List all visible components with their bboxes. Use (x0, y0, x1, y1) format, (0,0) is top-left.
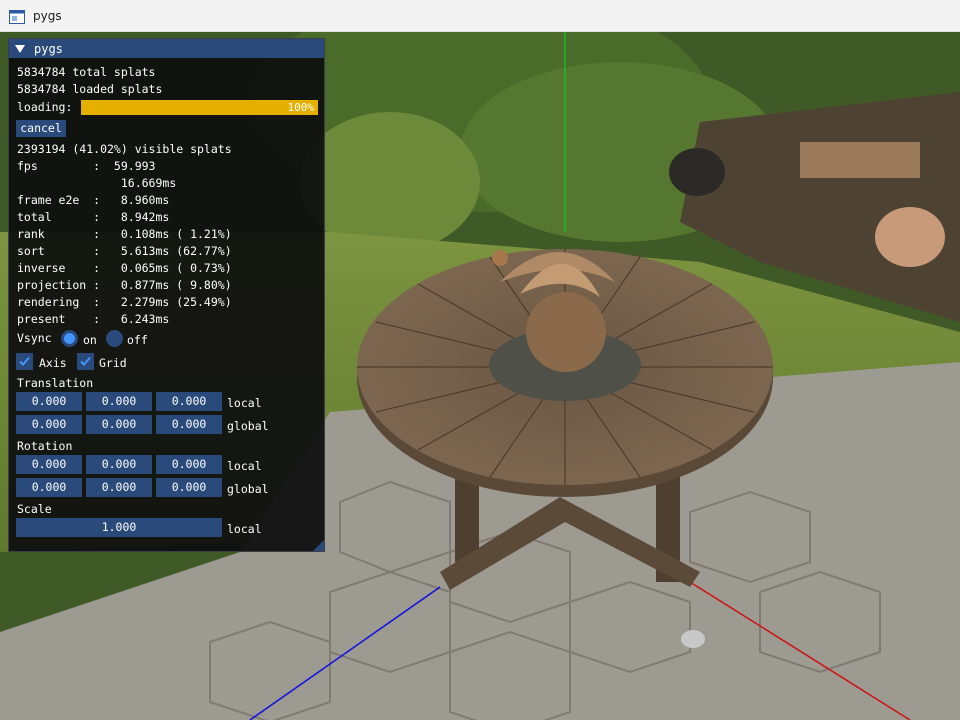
translation-local-z[interactable]: 0.000 (156, 392, 222, 411)
stat-total: total : 8.942ms (17, 210, 170, 224)
translation-global-label: global (227, 419, 269, 433)
stat-sort: sort : 5.613ms (62.77%) (17, 244, 232, 258)
loading-progress-bar: 100% (81, 100, 318, 115)
cancel-button[interactable]: cancel (16, 120, 66, 137)
resize-grip-icon[interactable] (313, 540, 324, 551)
stat-inverse: inverse : 0.065ms ( 0.73%) (17, 261, 232, 275)
window-title: pygs (33, 8, 62, 23)
grid-checkbox[interactable] (77, 353, 94, 370)
stat-rank: rank : 0.108ms ( 1.21%) (17, 227, 232, 241)
stat-projection: projection : 0.877ms ( 9.80%) (17, 278, 232, 292)
rotation-global-z[interactable]: 0.000 (156, 478, 222, 497)
stat-fps: fps : 59.993 (17, 159, 156, 173)
translation-label: Translation (17, 376, 94, 390)
vsync-on-label[interactable]: on (83, 333, 97, 347)
scale-label: Scale (17, 502, 52, 516)
checkmark-icon (80, 356, 91, 366)
scale-input[interactable]: 1.000 (16, 518, 222, 537)
rotation-global-x[interactable]: 0.000 (16, 478, 82, 497)
translation-local-x[interactable]: 0.000 (16, 392, 82, 411)
checkmark-icon (19, 356, 30, 366)
stat-rendering: rendering : 2.279ms (25.49%) (17, 295, 232, 309)
stat-present: present : 6.243ms (17, 312, 170, 326)
rotation-local-z[interactable]: 0.000 (156, 455, 222, 474)
control-panel[interactable]: pygs 5834784 total splats 5834784 loaded… (8, 38, 325, 552)
panel-header[interactable]: pygs (9, 39, 324, 58)
window-titlebar[interactable]: pygs (0, 0, 960, 32)
rotation-local-label: local (227, 459, 262, 473)
progress-percent: 100% (287, 101, 315, 114)
scale-local-label: local (227, 522, 262, 536)
stat-frame-e2e: frame e2e : 8.960ms (17, 193, 170, 207)
progress-fill (81, 100, 318, 115)
translation-global-z[interactable]: 0.000 (156, 415, 222, 434)
axis-label[interactable]: Axis (39, 356, 67, 370)
grid-label[interactable]: Grid (99, 356, 127, 370)
translation-global-x[interactable]: 0.000 (16, 415, 82, 434)
axis-checkbox[interactable] (16, 353, 33, 370)
loading-label: loading: (17, 100, 73, 114)
stat-fps-ms: 16.669ms (17, 176, 177, 190)
vsync-on-radio[interactable] (61, 330, 78, 347)
window-icon (9, 9, 25, 24)
visible-splats-text: 2393194 (41.02%) visible splats (17, 142, 232, 156)
rotation-global-y[interactable]: 0.000 (86, 478, 152, 497)
total-splats-text: 5834784 total splats (17, 65, 156, 79)
collapse-arrow-icon[interactable] (15, 44, 25, 53)
rotation-local-y[interactable]: 0.000 (86, 455, 152, 474)
translation-local-label: local (227, 396, 262, 410)
vsync-off-label[interactable]: off (127, 333, 148, 347)
loaded-splats-text: 5834784 loaded splats (17, 82, 163, 96)
vsync-label: Vsync (17, 331, 52, 345)
translation-local-y[interactable]: 0.000 (86, 392, 152, 411)
translation-global-y[interactable]: 0.000 (86, 415, 152, 434)
rotation-local-x[interactable]: 0.000 (16, 455, 82, 474)
vsync-off-radio[interactable] (106, 330, 123, 347)
panel-title: pygs (34, 41, 63, 56)
rotation-global-label: global (227, 482, 269, 496)
rotation-label: Rotation (17, 439, 73, 453)
